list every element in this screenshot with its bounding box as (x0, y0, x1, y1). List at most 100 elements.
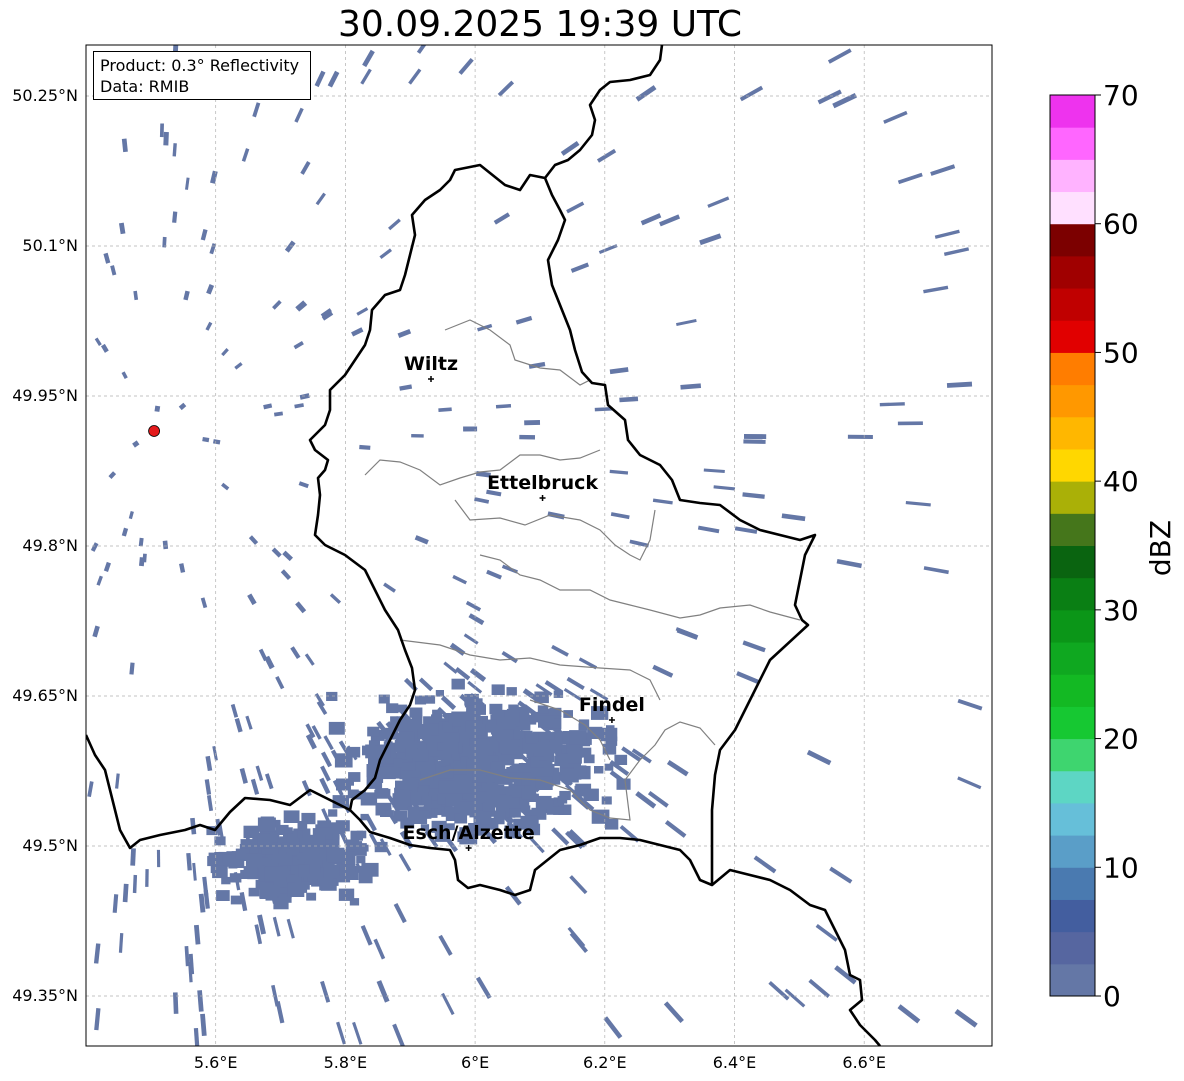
radar-echo (245, 853, 262, 867)
colorbar-segment (1050, 835, 1095, 868)
radar-echo (264, 866, 283, 881)
radar-echo (414, 695, 427, 705)
lon-tick-label: 5.8°E (324, 1053, 368, 1072)
radar-echo (359, 444, 371, 450)
colorbar-segment (1050, 738, 1095, 772)
lat-tick-label: 49.65°N (12, 686, 78, 705)
radar-echo (465, 720, 481, 733)
radar-echo (307, 846, 320, 856)
radar-echo (499, 742, 514, 753)
radar-echo (473, 698, 483, 706)
radar-echo (574, 765, 587, 776)
radar-echo (538, 760, 548, 767)
radar-site-marker (148, 425, 160, 437)
radar-echo (476, 738, 487, 747)
radar-echo (443, 741, 459, 754)
colorbar-tick-label: 40 (1103, 465, 1139, 498)
radar-echo (257, 836, 272, 849)
colorbar-segment (1050, 288, 1095, 321)
radar-echo (553, 806, 564, 815)
radar-echo (159, 123, 164, 138)
colorbar-segment (1050, 931, 1095, 965)
radar-echo (424, 695, 436, 704)
radar-echo (485, 796, 495, 804)
colorbar-tick-label: 70 (1103, 79, 1139, 112)
radar-echo (506, 687, 517, 696)
colorbar-segment (1050, 159, 1095, 193)
colorbar-segment (1050, 384, 1095, 418)
radar-echo (471, 746, 488, 760)
radar-echo (386, 703, 399, 714)
radar-echo (324, 864, 340, 877)
radar-echo (326, 691, 338, 701)
radar-echo (162, 540, 169, 550)
radar-echo (356, 830, 367, 839)
radar-echo (375, 788, 389, 799)
colorbar-segment (1050, 609, 1095, 643)
lon-tick-label: 6.6°E (842, 1053, 886, 1072)
radar-echo (259, 884, 278, 899)
radar-echo (283, 810, 300, 823)
radar-echo (743, 439, 766, 444)
radar-echo (163, 131, 169, 146)
colorbar-segment (1050, 95, 1095, 128)
radar-echo (494, 810, 506, 820)
radar-echo (521, 788, 537, 800)
colorbar-label: dBZ (1144, 520, 1177, 576)
radar-echo (248, 887, 260, 897)
radar-echo (306, 892, 317, 901)
radar-echo (156, 849, 161, 868)
radar-echo (395, 812, 405, 820)
radar-echo (553, 740, 563, 749)
radar-echo (142, 553, 147, 563)
radar-echo (601, 796, 612, 805)
radar-echo (328, 721, 345, 735)
radar-echo (509, 808, 521, 818)
radar-echo (451, 678, 465, 690)
city-label: Findel (579, 694, 645, 716)
radar-echo (435, 690, 444, 697)
product-label: Product: 0.3° Reflectivity (100, 56, 300, 75)
radar-echo (280, 855, 293, 866)
lat-tick-label: 49.35°N (12, 986, 78, 1005)
city-label: Ettelbruck (487, 472, 598, 494)
radar-echo (234, 860, 245, 868)
radar-echo (600, 727, 618, 742)
radar-echo (154, 405, 161, 412)
radar-echo (130, 848, 136, 866)
radar-echo (393, 758, 402, 765)
radar-echo (347, 746, 361, 758)
radar-echo (442, 723, 453, 731)
radar-echo (284, 827, 293, 834)
colorbar-segment (1050, 899, 1095, 933)
radar-echo (243, 866, 258, 878)
lon-tick-label: 6.2°E (583, 1053, 627, 1072)
colorbar-tick-label: 30 (1103, 594, 1139, 627)
lat-tick-label: 50.25°N (12, 86, 78, 105)
radar-echo (385, 810, 394, 817)
radar-echo (360, 813, 369, 821)
colorbar-segment (1050, 674, 1095, 707)
colorbar-segment (1050, 706, 1095, 740)
radar-echo (521, 805, 531, 813)
radar-echo (482, 802, 494, 812)
colorbar-segment (1050, 963, 1095, 997)
colorbar-segment (1050, 577, 1095, 611)
longitude-ticks: 5.6°E 5.8°E 6°E 6.2°E 6.4°E 6.6°E (194, 1053, 886, 1072)
radar-echo (356, 856, 366, 864)
radar-echo (409, 709, 419, 717)
colorbar-tick-label: 50 (1103, 336, 1139, 369)
radar-echo (897, 421, 923, 426)
lon-tick-label: 6.4°E (713, 1053, 757, 1072)
radar-echo (484, 775, 493, 783)
radar-echo (847, 434, 873, 440)
radar-echo (395, 789, 404, 796)
colorbar-segment (1050, 191, 1095, 225)
colorbar-segment (1050, 867, 1095, 900)
radar-echo (492, 730, 501, 738)
colorbar-segment (1050, 320, 1095, 353)
radar-echo (229, 873, 242, 883)
radar-echo (482, 762, 491, 769)
radar-echo (578, 723, 588, 731)
colorbar-segment (1050, 770, 1095, 804)
